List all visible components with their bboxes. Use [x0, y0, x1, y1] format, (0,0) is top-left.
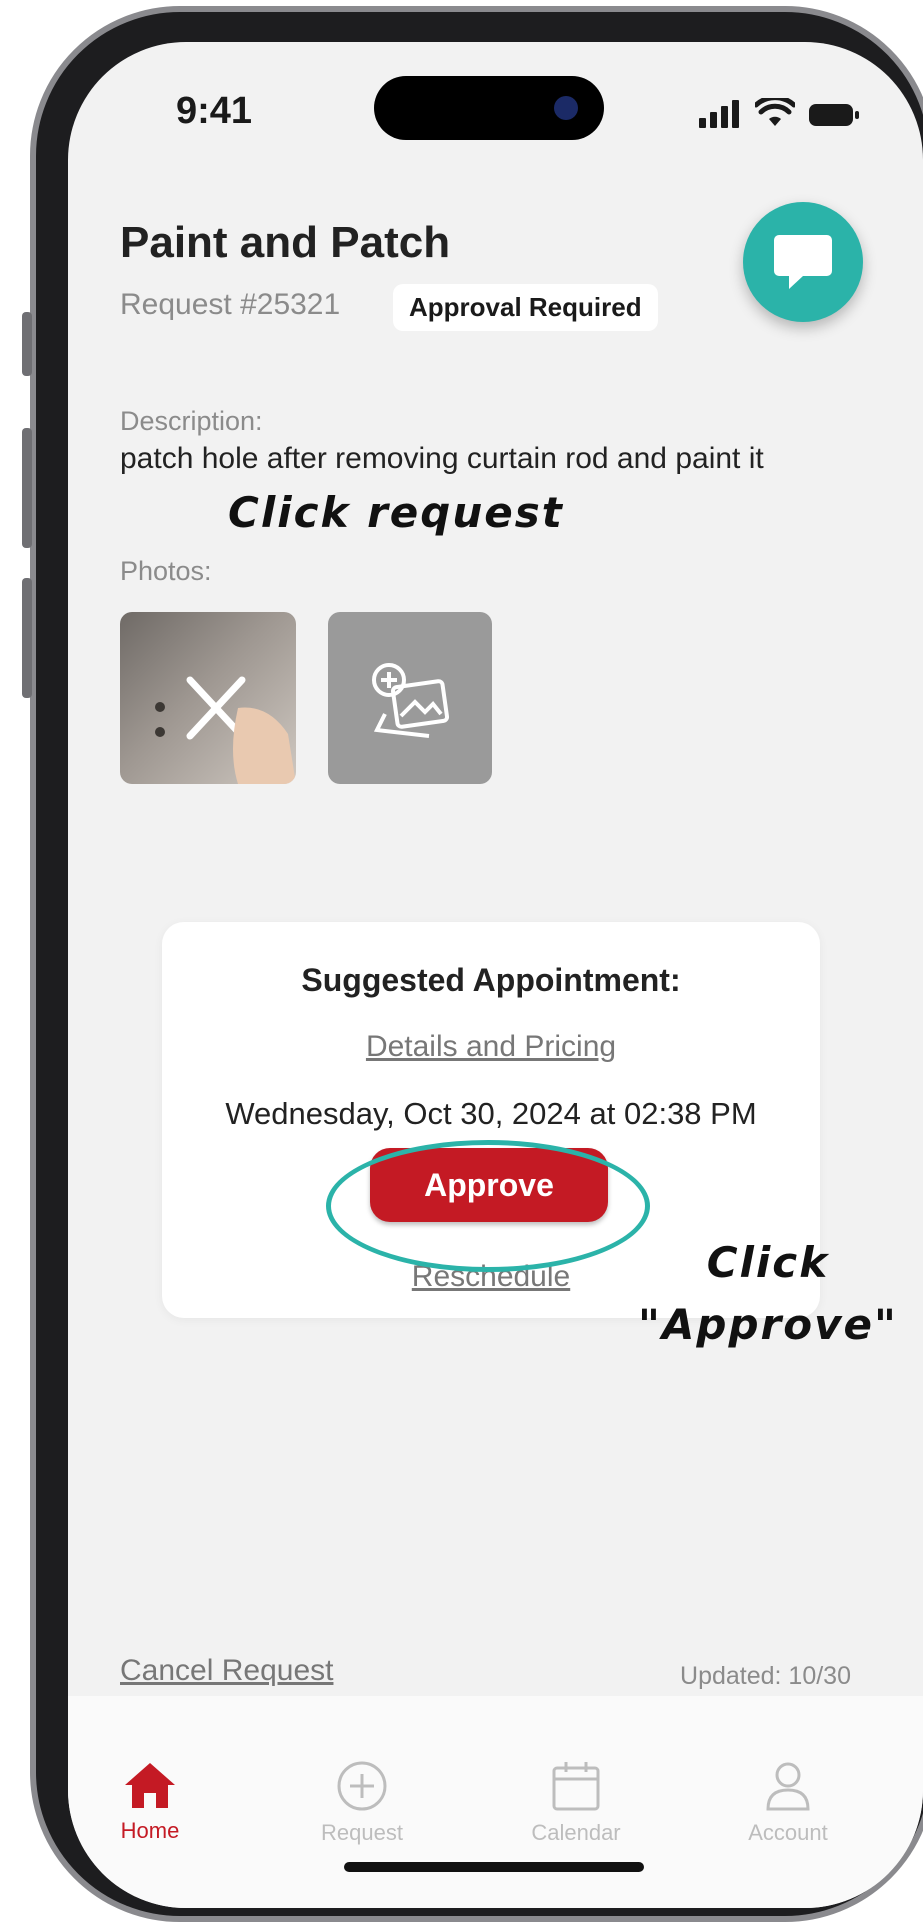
signal-icon [699, 100, 739, 128]
add-photo-button[interactable] [328, 612, 492, 784]
battery-icon [809, 104, 859, 126]
tab-calendar[interactable]: Calendar [496, 1760, 656, 1846]
tab-home-label: Home [120, 1818, 180, 1843]
photo-content [155, 676, 296, 784]
dynamic-island [374, 76, 604, 140]
tab-request[interactable]: Request [282, 1760, 442, 1846]
add-image-icon [372, 663, 450, 738]
tab-calendar-label: Calendar [531, 1820, 621, 1845]
appointment-datetime: Wednesday, Oct 30, 2024 at 02:38 PM [225, 1096, 757, 1131]
cancel-request-link[interactable]: Cancel Request [120, 1654, 333, 1688]
annotation-line1: Click [706, 1238, 830, 1287]
annotation-click-request: Click request [228, 488, 564, 537]
tab-request-label: Request [321, 1820, 403, 1845]
status-bar: 9:41 [68, 42, 923, 172]
tab-home[interactable]: Home [70, 1760, 230, 1844]
home-icon [125, 1763, 175, 1808]
user-icon [766, 1762, 810, 1811]
phone-volume-up [22, 428, 32, 548]
plus-circle-icon [337, 1761, 387, 1811]
annotation-circle [326, 1140, 650, 1272]
status-time: 9:41 [176, 90, 253, 132]
phone-volume-down [22, 578, 32, 698]
wifi-icon [755, 98, 795, 126]
phone-mute-switch [22, 312, 32, 376]
annotation-line2: "Approve" [638, 1300, 898, 1349]
status-icons [699, 98, 861, 128]
camera-dot [554, 96, 578, 120]
tab-bar: Home Request Calendar Account [68, 1696, 923, 1908]
tab-account[interactable]: Account [708, 1760, 868, 1846]
updated-timestamp: Updated: 10/30 [680, 1662, 851, 1690]
calendar-icon [552, 1762, 600, 1811]
photos-label: Photos: [120, 556, 212, 586]
app-screen: 9:41 Paint and Patch Request #25321 Appr… [68, 42, 923, 1908]
appointment-title: Suggested Appointment: [301, 962, 681, 998]
request-photo[interactable] [120, 612, 296, 784]
chat-bubble-icon [774, 235, 832, 289]
request-title: Paint and Patch [120, 218, 451, 267]
home-indicator[interactable] [344, 1862, 644, 1872]
description-text: patch hole after removing curtain rod an… [120, 442, 764, 475]
annotation-click-approve: Click "Approve" [638, 1232, 898, 1356]
details-pricing-link[interactable]: Details and Pricing [162, 1030, 820, 1064]
request-number: Request #25321 [120, 288, 341, 321]
description-label: Description: [120, 406, 263, 436]
chat-button[interactable] [743, 202, 863, 322]
status-badge: Approval Required [393, 284, 658, 331]
tab-account-label: Account [748, 1820, 828, 1845]
